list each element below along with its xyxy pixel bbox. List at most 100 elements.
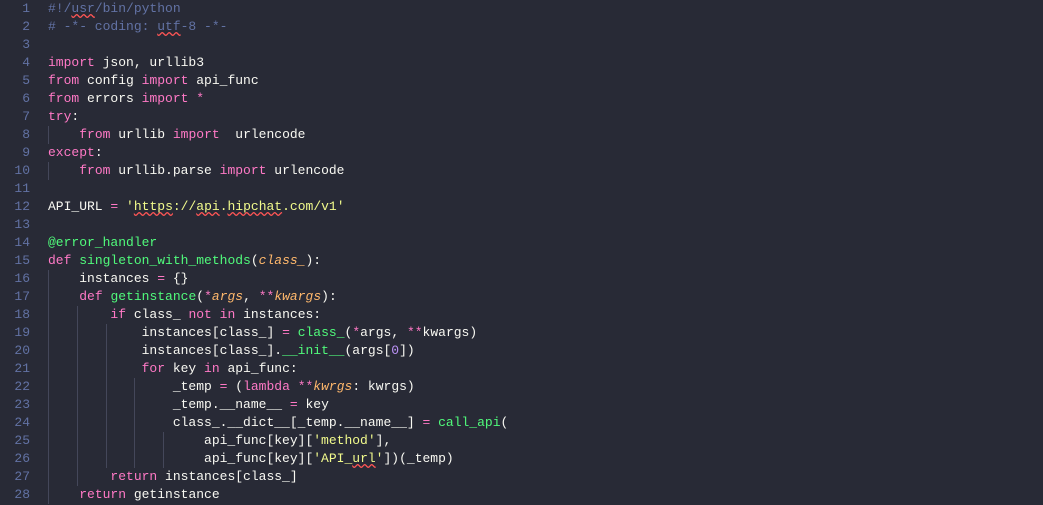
- line-number: 28: [0, 486, 30, 504]
- code-line[interactable]: class_.__dict__[_temp.__name__] = call_a…: [48, 414, 1043, 432]
- token-keyword: from: [48, 73, 79, 88]
- code-line[interactable]: [48, 216, 1043, 234]
- line-number: 26: [0, 450, 30, 468]
- line-number: 7: [0, 108, 30, 126]
- token-keyword: for: [142, 361, 165, 376]
- token-plain: _temp.__name__: [173, 397, 290, 412]
- code-line[interactable]: [48, 180, 1043, 198]
- token-plain: (: [227, 379, 243, 394]
- indent-guide: [106, 378, 107, 396]
- line-number: 9: [0, 144, 30, 162]
- line-number: 18: [0, 306, 30, 324]
- indent-guide: [77, 468, 78, 486]
- token-plain: (: [196, 289, 204, 304]
- line-number: 2: [0, 18, 30, 36]
- token-plain: instances[class_]: [142, 325, 282, 340]
- token-plain: class_.__dict__[_temp.__name__]: [173, 415, 423, 430]
- token-func: singleton_with_methods: [79, 253, 251, 268]
- token-keyword: lambda: [243, 379, 290, 394]
- code-line[interactable]: def singleton_with_methods(class_):: [48, 252, 1043, 270]
- code-line[interactable]: _temp = (lambda **kwrgs: kwrgs): [48, 378, 1043, 396]
- line-number: 3: [0, 36, 30, 54]
- token-plain: config: [79, 73, 141, 88]
- code-line[interactable]: from urllib.parse import urlencode: [48, 162, 1043, 180]
- token-plain: class_: [126, 307, 188, 322]
- token-plain: instances[class_].: [142, 343, 282, 358]
- code-line[interactable]: api_func[key]['method'],: [48, 432, 1043, 450]
- token-plain: ],: [376, 433, 392, 448]
- token-number: 0: [391, 343, 399, 358]
- line-number: 19: [0, 324, 30, 342]
- code-line[interactable]: try:: [48, 108, 1043, 126]
- token-plain: {}: [165, 271, 188, 286]
- token-op: **: [259, 289, 275, 304]
- token-keyword: import: [142, 91, 189, 106]
- indent-guide: [48, 414, 49, 432]
- token-plain: [118, 199, 126, 214]
- code-line[interactable]: return instances[class_]: [48, 468, 1043, 486]
- code-line[interactable]: from errors import *: [48, 90, 1043, 108]
- code-line[interactable]: import json, urllib3: [48, 54, 1043, 72]
- line-number: 5: [0, 72, 30, 90]
- indent-guide: [48, 306, 49, 324]
- code-line[interactable]: return getinstance: [48, 486, 1043, 504]
- code-line[interactable]: if class_ not in instances:: [48, 306, 1043, 324]
- code-line[interactable]: #!/usr/bin/python: [48, 0, 1043, 18]
- indent-guide: [134, 450, 135, 468]
- code-line[interactable]: from config import api_func: [48, 72, 1043, 90]
- code-line[interactable]: instances[class_] = class_(*args, **kwar…: [48, 324, 1043, 342]
- code-line[interactable]: [48, 36, 1043, 54]
- line-number: 8: [0, 126, 30, 144]
- line-number: 12: [0, 198, 30, 216]
- token-keyword: from: [79, 127, 110, 142]
- token-plain: ])(_temp): [383, 451, 453, 466]
- code-line[interactable]: _temp.__name__ = key: [48, 396, 1043, 414]
- indent-guide: [163, 450, 164, 468]
- token-plain: instances[class_]: [157, 469, 297, 484]
- code-line[interactable]: API_URL = 'https://api.hipchat.com/v1': [48, 198, 1043, 216]
- indent-guide: [163, 432, 164, 450]
- code-line[interactable]: api_func[key]['API_url'])(_temp): [48, 450, 1043, 468]
- code-line[interactable]: except:: [48, 144, 1043, 162]
- token-keyword: import: [173, 127, 220, 142]
- code-line[interactable]: @error_handler: [48, 234, 1043, 252]
- code-line[interactable]: from urllib import urlencode: [48, 126, 1043, 144]
- token-keyword: from: [79, 163, 110, 178]
- token-plain: [212, 307, 220, 322]
- line-number: 16: [0, 270, 30, 288]
- token-param: args: [212, 289, 243, 304]
- indent-guide: [77, 396, 78, 414]
- indent-guide: [106, 360, 107, 378]
- token-plain: ]): [399, 343, 415, 358]
- token-comment: # -*- coding:: [48, 19, 157, 34]
- indent-guide: [77, 414, 78, 432]
- token-comment: -8 -*-: [181, 19, 228, 34]
- line-number: 11: [0, 180, 30, 198]
- token-plain: [430, 415, 438, 430]
- token-plain: json, urllib3: [95, 55, 204, 70]
- code-line[interactable]: for key in api_func:: [48, 360, 1043, 378]
- token-string: url: [352, 451, 375, 466]
- indent-guide: [48, 468, 49, 486]
- indent-guide: [106, 396, 107, 414]
- token-plain: : kwrgs): [352, 379, 414, 394]
- code-line[interactable]: instances = {}: [48, 270, 1043, 288]
- token-keyword: import: [48, 55, 95, 70]
- token-keyword: def: [48, 253, 71, 268]
- token-comment: #!/: [48, 1, 71, 16]
- token-comment: /bin/python: [95, 1, 181, 16]
- code-editor-content[interactable]: #!/usr/bin/python# -*- coding: utf-8 -*-…: [40, 0, 1043, 505]
- token-keyword: not: [188, 307, 211, 322]
- token-funccall: __init__: [282, 343, 344, 358]
- indent-guide: [106, 432, 107, 450]
- token-plain: api_func: [188, 73, 258, 88]
- token-plain: instances: [79, 271, 157, 286]
- token-plain: (args[: [344, 343, 391, 358]
- token-op: =: [290, 397, 298, 412]
- token-plain: urllib: [110, 127, 172, 142]
- code-line[interactable]: instances[class_].__init__(args[0]): [48, 342, 1043, 360]
- token-string: 'API_: [313, 451, 352, 466]
- indent-guide: [106, 324, 107, 342]
- code-line[interactable]: # -*- coding: utf-8 -*-: [48, 18, 1043, 36]
- code-line[interactable]: def getinstance(*args, **kwargs):: [48, 288, 1043, 306]
